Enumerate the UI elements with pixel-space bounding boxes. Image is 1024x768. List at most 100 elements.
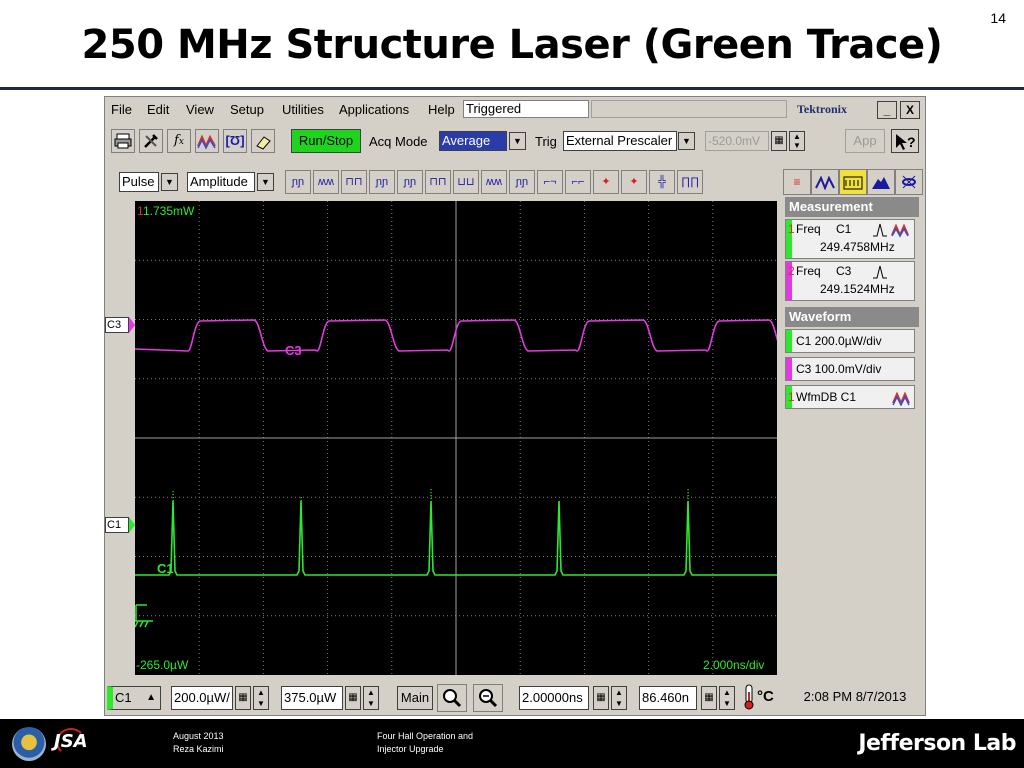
jsa-logo: JSA <box>54 731 88 752</box>
title-rule <box>0 87 1024 90</box>
c1-channel-marker[interactable]: C1 <box>105 517 129 533</box>
temperature-label: °C <box>757 688 774 705</box>
histogram-icon[interactable] <box>867 169 895 195</box>
acq-mode-dropdown-icon[interactable]: ▼ <box>509 132 526 150</box>
acq-mode-label: Acq Mode <box>369 134 428 149</box>
trigger-type-select[interactable]: Pulse <box>119 172 159 192</box>
timebase-label: 2.000ns/div <box>703 658 764 672</box>
c3-channel-marker[interactable]: C3 <box>105 317 129 333</box>
menu-setup[interactable]: Setup <box>230 102 264 117</box>
persistence-icon[interactable] <box>839 169 867 195</box>
offset-keypad-icon[interactable]: ▦ <box>345 686 361 710</box>
temperature-icon[interactable]: °C <box>741 684 781 712</box>
top-scale-label: 1.735mW <box>143 204 195 218</box>
clear-eraser-icon[interactable] <box>251 129 275 153</box>
horizontal-position-keypad-icon[interactable]: ▦ <box>701 686 717 710</box>
run-stop-button[interactable]: Run/Stop <box>291 129 361 153</box>
waveform-item-wfmdb[interactable]: 1 WfmDB C1 <box>785 385 915 409</box>
pulse-icon-1[interactable]: ɲɲ <box>285 170 311 194</box>
keypad-icon[interactable]: ▦ <box>771 131 787 151</box>
waveform-item-c1[interactable]: C1 200.0µW/div <box>785 329 915 353</box>
zoom-in-icon[interactable] <box>437 684 467 712</box>
horizontal-scale-keypad-icon[interactable]: ▦ <box>593 686 609 710</box>
zoom-out-icon[interactable] <box>473 684 503 712</box>
wfmdb-icon <box>892 391 910 406</box>
trig-source-dropdown-icon[interactable]: ▼ <box>678 132 695 150</box>
main-button[interactable]: Main <box>397 686 433 710</box>
waveform-icon[interactable] <box>195 129 219 153</box>
measurement-panel: Measurement 1 Freq C1 249.4758MHz 2 Freq… <box>785 197 919 677</box>
footer-date: August 2013 <box>173 731 224 741</box>
horizontal-position-spinner[interactable]: ▲ ▼ <box>719 686 735 710</box>
vertical-scale-keypad-icon[interactable]: ▦ <box>235 686 251 710</box>
vertical-scale-spinner[interactable]: ▲ ▼ <box>253 686 269 710</box>
horizontal-position-field[interactable]: 86.460n <box>639 686 697 710</box>
tektronix-logo: Tektronix <box>797 102 848 116</box>
pulse-icon-2[interactable]: ʍʍ <box>313 170 339 194</box>
freq-pulse-icon <box>873 223 909 238</box>
pulse-icon-11[interactable]: ⌐⌐ <box>565 170 591 194</box>
pulse-icon-15[interactable]: ∏∏ <box>677 170 703 194</box>
vectors-icon[interactable] <box>811 169 839 195</box>
pulse-icon-5[interactable]: ɲɲ <box>397 170 423 194</box>
waveform-c3-color-bar <box>786 358 792 380</box>
acq-mode-select[interactable]: Average <box>439 131 507 151</box>
pulse-class-select[interactable]: Amplitude <box>187 172 255 192</box>
waveform-c1-color-bar <box>786 330 792 352</box>
measurement-item-2[interactable]: 2 Freq C3 249.1524MHz <box>785 261 915 301</box>
offset-spinner[interactable]: ▲ ▼ <box>363 686 379 710</box>
menu-utilities[interactable]: Utilities <box>282 102 324 117</box>
pulse-icon-6[interactable]: ⊓⊓ <box>425 170 451 194</box>
waveform-item-c3[interactable]: C3 100.0mV/div <box>785 357 915 381</box>
channel-select-label: C1 <box>115 690 132 705</box>
trigger-type-dropdown-icon[interactable]: ▼ <box>161 173 178 191</box>
pulse-icon-4[interactable]: ɲɲ <box>369 170 395 194</box>
pulse-icon-7[interactable]: ⊔⊔ <box>453 170 479 194</box>
close-button[interactable]: X <box>900 101 920 119</box>
svg-text:?: ? <box>907 134 916 150</box>
pulse-class-dropdown-icon[interactable]: ▼ <box>257 173 274 191</box>
vertical-scale-field[interactable]: 200.0µW/ <box>171 686 233 710</box>
help-button[interactable]: ? <box>891 129 919 153</box>
message-field <box>591 100 787 118</box>
slide-title: 250 MHz Structure Laser (Green Trace) <box>81 22 943 68</box>
c1-marker-arrow-icon <box>129 517 135 533</box>
pulse-icon-12[interactable]: ✦ <box>593 170 619 194</box>
autoset-icon[interactable]: [Ʊ] <box>223 129 247 153</box>
c3-trace-label: C3 <box>285 343 302 358</box>
channel-select[interactable]: C1 ▲ <box>107 686 161 710</box>
waveform-heading: Waveform <box>785 307 919 327</box>
app-button[interactable]: App <box>845 129 885 153</box>
pulse-icon-9[interactable]: ɲɲ <box>509 170 535 194</box>
trig-source-select[interactable]: External Prescaler <box>563 131 677 151</box>
horizontal-scale-spinner[interactable]: ▲ ▼ <box>611 686 627 710</box>
math-icon[interactable]: fx <box>167 129 191 153</box>
menu-view[interactable]: View <box>186 102 214 117</box>
channel-up-arrow-icon: ▲ <box>146 692 156 703</box>
pulse-icon-3[interactable]: ⊓⊓ <box>341 170 367 194</box>
menu-applications[interactable]: Applications <box>339 102 409 117</box>
pulse-icon-8[interactable]: ʍʍ <box>481 170 507 194</box>
waveform-display[interactable]: 1 1.735mW -265.0µW 2.000ns/div C3 C1 <box>135 201 777 675</box>
minimize-button[interactable]: _ <box>877 101 897 119</box>
pulse-icon-10[interactable]: ⌐¬ <box>537 170 563 194</box>
color-grading-icon[interactable]: ≡ <box>783 169 811 195</box>
horizontal-scale-field[interactable]: 2.00000ns <box>519 686 589 710</box>
freq-pulse-icon <box>873 265 887 279</box>
measurement-item-1[interactable]: 1 Freq C1 249.4758MHz <box>785 219 915 259</box>
menu-file[interactable]: File <box>111 102 132 117</box>
trigger-level-field[interactable]: -520.0mV <box>705 131 769 151</box>
pulse-icon-13[interactable]: ✦ <box>621 170 647 194</box>
measurement-1-value: 249.4758MHz <box>820 240 895 254</box>
menu-edit[interactable]: Edit <box>147 102 169 117</box>
print-icon[interactable] <box>111 129 135 153</box>
pulse-icon-14[interactable]: ╬ <box>649 170 675 194</box>
measurement-2-value: 249.1524MHz <box>820 282 895 296</box>
measurement-heading: Measurement <box>785 197 919 217</box>
offset-field[interactable]: 375.0µW <box>281 686 343 710</box>
xy-display-icon[interactable] <box>895 169 923 195</box>
bottom-control-bar: C1 ▲ 200.0µW/ ▦ ▲ ▼ 375.0µW ▦ ▲ ▼ Main 2.0… <box>105 681 925 715</box>
menu-help[interactable]: Help <box>428 102 455 117</box>
trigger-level-spinner[interactable]: ▲ ▼ <box>789 131 805 151</box>
tools-icon[interactable] <box>139 129 163 153</box>
